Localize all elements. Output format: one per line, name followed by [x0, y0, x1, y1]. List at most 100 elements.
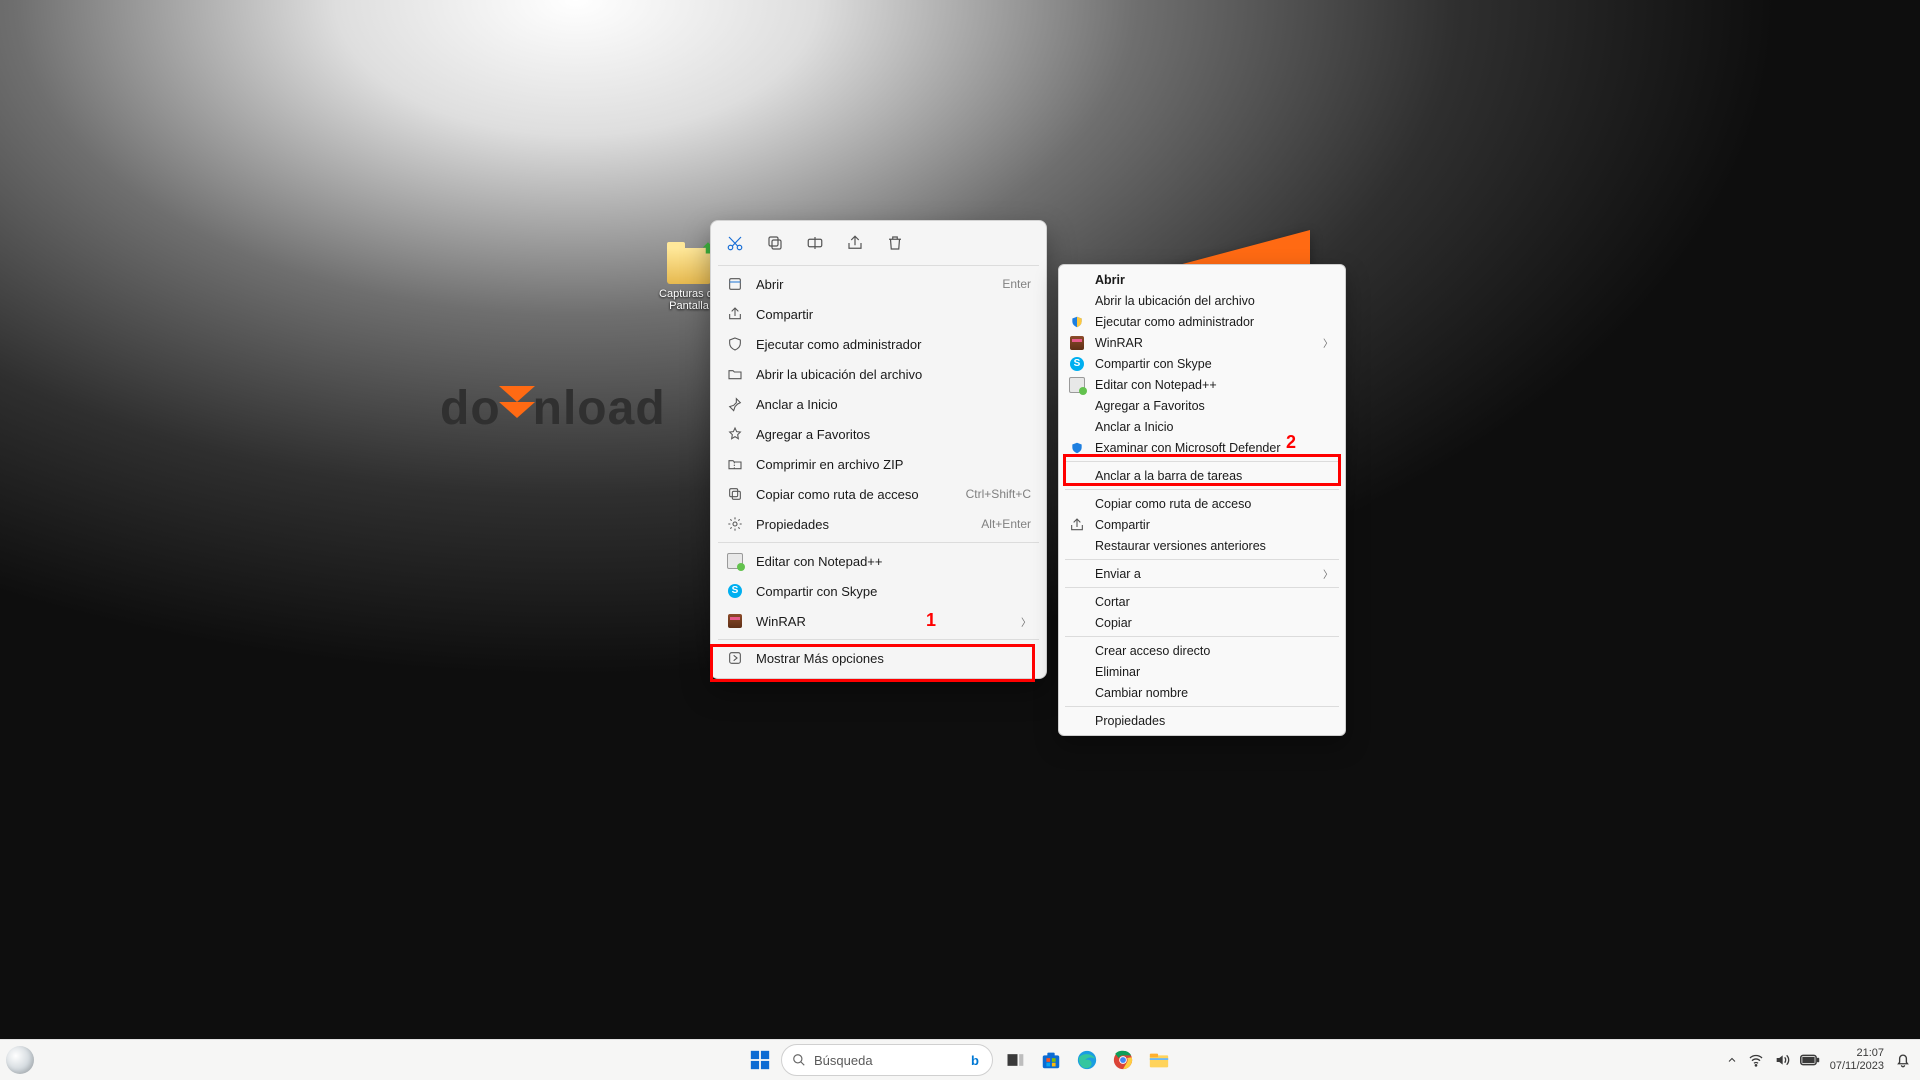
- context-menu-item-label: Abrir: [756, 277, 990, 292]
- taskbar-edge[interactable]: [1073, 1046, 1101, 1074]
- context-menu-item[interactable]: Compartir: [716, 299, 1041, 329]
- classic-menu-item[interactable]: Ejecutar como administrador: [1061, 311, 1343, 332]
- classic-menu-item[interactable]: WinRAR 〉: [1061, 332, 1343, 353]
- context-menu-item-label: Editar con Notepad++: [756, 554, 1031, 569]
- winrar-icon: [726, 614, 744, 628]
- context-menu-item[interactable]: Comprimir en archivo ZIP: [716, 449, 1041, 479]
- classic-menu-item[interactable]: Anclar a la barra de tareas: [1061, 465, 1343, 486]
- copy-icon[interactable]: [764, 232, 786, 254]
- rename-icon[interactable]: [804, 232, 826, 254]
- classic-menu-item[interactable]: Cortar: [1061, 591, 1343, 612]
- classic-menu-item[interactable]: S Compartir con Skype: [1061, 353, 1343, 374]
- classic-menu-item-label: Abrir: [1095, 273, 1333, 287]
- taskbar-time: 21:07: [1830, 1047, 1884, 1060]
- classic-menu-item-label: Eliminar: [1095, 665, 1333, 679]
- context-menu-item[interactable]: Abrir Enter: [716, 269, 1041, 299]
- classic-menu-item[interactable]: Copiar: [1061, 612, 1343, 633]
- classic-menu-item[interactable]: Restaurar versiones anteriores: [1061, 535, 1343, 556]
- context-menu-app-item[interactable]: WinRAR 〉: [716, 606, 1041, 636]
- classic-menu-item[interactable]: Cambiar nombre: [1061, 682, 1343, 703]
- context-menu-item[interactable]: Anclar a Inicio: [716, 389, 1041, 419]
- classic-menu-item[interactable]: Agregar a Favoritos: [1061, 395, 1343, 416]
- context-menu-item[interactable]: Propiedades Alt+Enter: [716, 509, 1041, 539]
- classic-menu-item-label: Copiar como ruta de acceso: [1095, 497, 1333, 511]
- menu-separator: [1065, 559, 1339, 560]
- taskbar-search[interactable]: Búsqueda b: [781, 1044, 993, 1076]
- battery-icon[interactable]: [1800, 1053, 1820, 1067]
- classic-menu-item-label: Restaurar versiones anteriores: [1095, 539, 1333, 553]
- chevron-right-icon: 〉: [1323, 335, 1333, 350]
- taskbar-store[interactable]: [1037, 1046, 1065, 1074]
- context-menu-item[interactable]: Copiar como ruta de acceso Ctrl+Shift+C: [716, 479, 1041, 509]
- context-menu-item[interactable]: Agregar a Favoritos: [716, 419, 1041, 449]
- context-menu-show-more[interactable]: Mostrar Más opciones: [716, 643, 1041, 673]
- classic-menu-item-label: Cambiar nombre: [1095, 686, 1333, 700]
- classic-menu-item-label: Examinar con Microsoft Defender: [1095, 441, 1333, 455]
- share-icon[interactable]: [844, 232, 866, 254]
- skype-icon: S: [1069, 357, 1085, 371]
- more-options-icon: [726, 650, 744, 666]
- taskbar-weather-icon[interactable]: [6, 1046, 34, 1074]
- taskbar: Búsqueda b 21:07 07/11/2023: [0, 1039, 1920, 1080]
- classic-menu-item[interactable]: Abrir: [1061, 269, 1343, 290]
- star-icon: [726, 426, 744, 442]
- menu-separator: [1065, 461, 1339, 462]
- classic-menu-item-label: WinRAR: [1095, 336, 1333, 350]
- start-button[interactable]: [747, 1047, 773, 1073]
- context-menu-app-item[interactable]: S Compartir con Skype: [716, 576, 1041, 606]
- zip-icon: [726, 456, 744, 472]
- cut-icon[interactable]: [724, 232, 746, 254]
- context-menu-item[interactable]: Ejecutar como administrador: [716, 329, 1041, 359]
- classic-menu-item[interactable]: Examinar con Microsoft Defender: [1061, 437, 1343, 458]
- npp-icon: [1069, 377, 1085, 393]
- menu-separator: [1065, 587, 1339, 588]
- classic-menu-item[interactable]: Copiar como ruta de acceso: [1061, 493, 1343, 514]
- classic-menu-item[interactable]: Eliminar: [1061, 661, 1343, 682]
- context-menu-show-more-label: Mostrar Más opciones: [756, 651, 1031, 666]
- share-icon: [726, 306, 744, 322]
- folder-icon: [667, 248, 711, 284]
- taskbar-chrome[interactable]: [1109, 1046, 1137, 1074]
- context-menu-item-shortcut: Ctrl+Shift+C: [966, 487, 1031, 501]
- classic-menu-item-label: Compartir con Skype: [1095, 357, 1333, 371]
- classic-menu-item[interactable]: Crear acceso directo: [1061, 640, 1343, 661]
- context-menu-app-item[interactable]: Editar con Notepad++: [716, 546, 1041, 576]
- classic-menu-item[interactable]: Enviar a 〉: [1061, 563, 1343, 584]
- context-menu-modern: Abrir Enter Compartir Ejecutar como admi…: [710, 220, 1047, 679]
- taskbar-clock[interactable]: 21:07 07/11/2023: [1830, 1047, 1884, 1073]
- delete-icon[interactable]: [884, 232, 906, 254]
- context-menu-item[interactable]: Abrir la ubicación del archivo: [716, 359, 1041, 389]
- classic-menu-item[interactable]: Abrir la ubicación del archivo: [1061, 290, 1343, 311]
- path-icon: [726, 486, 744, 502]
- annotation-number-2: 2: [1286, 432, 1296, 453]
- classic-menu-item-label: Enviar a: [1095, 567, 1333, 581]
- bing-icon[interactable]: b: [964, 1049, 986, 1071]
- wifi-icon[interactable]: [1748, 1052, 1764, 1068]
- classic-menu-item[interactable]: Anclar a Inicio: [1061, 416, 1343, 437]
- context-menu-item-label: Compartir: [756, 307, 1031, 322]
- taskbar-explorer[interactable]: [1145, 1046, 1173, 1074]
- share-icon: [1069, 517, 1085, 533]
- classic-menu-item[interactable]: Propiedades: [1061, 710, 1343, 731]
- chevron-right-icon: 〉: [1021, 614, 1031, 629]
- taskbar-taskview[interactable]: [1001, 1046, 1029, 1074]
- context-menu-item-label: Anclar a Inicio: [756, 397, 1031, 412]
- classic-menu-item-label: Cortar: [1095, 595, 1333, 609]
- taskbar-tray: 21:07 07/11/2023: [1726, 1047, 1912, 1073]
- context-menu-classic: Abrir Abrir la ubicación del archivo Eje…: [1058, 264, 1346, 736]
- classic-menu-item-label: Anclar a la barra de tareas: [1095, 469, 1333, 483]
- menu-separator: [1065, 706, 1339, 707]
- classic-menu-item[interactable]: Editar con Notepad++: [1061, 374, 1343, 395]
- context-menu-item-label: Comprimir en archivo ZIP: [756, 457, 1031, 472]
- open-icon: [726, 276, 744, 292]
- pin-icon: [726, 396, 744, 412]
- notifications-icon[interactable]: [1894, 1051, 1912, 1069]
- volume-icon[interactable]: [1774, 1052, 1790, 1068]
- classic-menu-item[interactable]: Compartir: [1061, 514, 1343, 535]
- tray-overflow-icon[interactable]: [1726, 1054, 1738, 1066]
- taskbar-search-placeholder: Búsqueda: [814, 1053, 873, 1068]
- classic-menu-item-label: Abrir la ubicación del archivo: [1095, 294, 1333, 308]
- folder-icon: [726, 366, 744, 382]
- menu-separator: [1065, 489, 1339, 490]
- chevron-right-icon: 〉: [1323, 566, 1333, 581]
